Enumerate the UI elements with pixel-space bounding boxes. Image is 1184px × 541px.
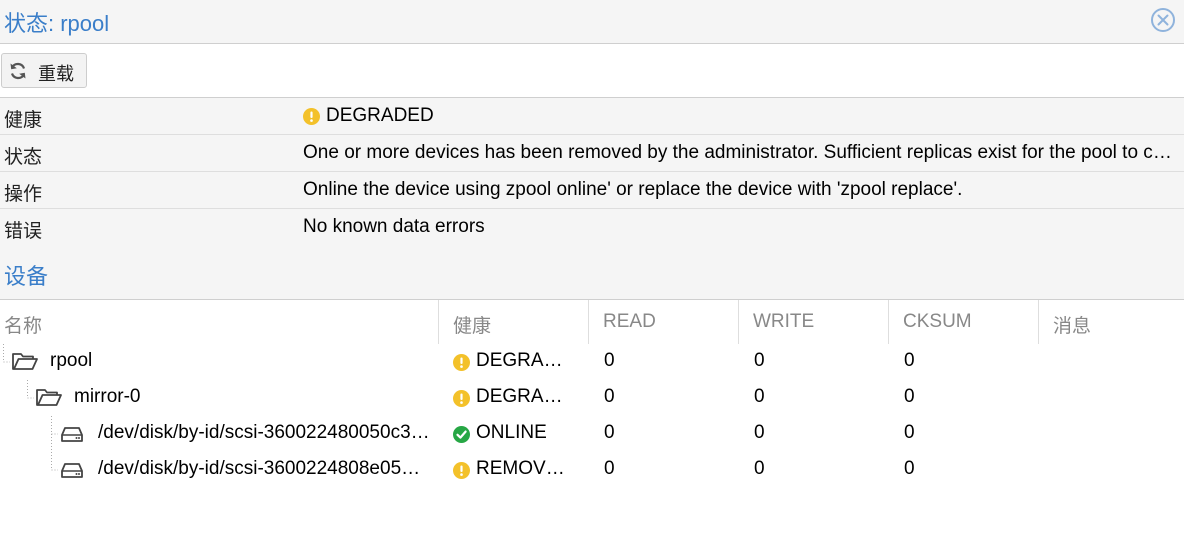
close-icon[interactable] — [1150, 7, 1176, 33]
status-row-errors: 错误 No known data errors — [0, 209, 1184, 246]
state-value: One or more devices has been removed by … — [303, 142, 1175, 163]
warning-circle-icon — [453, 354, 470, 371]
status-row-action: 操作 Online the device using zpool online'… — [0, 172, 1184, 209]
column-header-message[interactable]: 消息 — [1039, 300, 1184, 344]
reload-label: 重载 — [38, 64, 74, 84]
device-name: /dev/disk/by-id/scsi-360022480050c3… — [98, 422, 430, 443]
table-row[interactable]: mirror-0 DEGRADED 0 0 0 — [0, 380, 1184, 416]
devices-table-header: 名称 健康 READ WRITE CKSUM 消息 — [0, 300, 1184, 344]
device-name: /dev/disk/by-id/scsi-3600224808e05… — [98, 458, 421, 479]
health-value: DEGRADED — [326, 105, 434, 126]
device-cksum: 0 — [904, 458, 915, 479]
state-key: 状态 — [4, 147, 43, 168]
column-header-read[interactable]: READ — [589, 300, 739, 344]
warning-icon — [303, 108, 320, 125]
reload-button[interactable]: 重载 — [1, 53, 87, 88]
warning-circle-icon — [453, 390, 470, 407]
column-header-health[interactable]: 健康 — [439, 300, 589, 344]
table-row[interactable]: /dev/disk/by-id/scsi-360022480050c3… ONL… — [0, 416, 1184, 452]
device-health: DEGRADED — [476, 350, 571, 371]
device-name: mirror-0 — [74, 386, 141, 407]
hard-drive-icon — [60, 422, 88, 444]
device-health: REMOVED — [476, 458, 571, 479]
device-read: 0 — [604, 350, 615, 371]
toolbar: 重载 — [0, 44, 1184, 98]
status-row-health: 健康 DEGRADED — [0, 98, 1184, 135]
action-value: Online the device using zpool online' or… — [303, 179, 963, 200]
device-cksum: 0 — [904, 350, 915, 371]
device-name: rpool — [50, 350, 93, 371]
column-header-cksum[interactable]: CKSUM — [889, 300, 1039, 344]
column-header-name[interactable]: 名称 — [0, 300, 439, 344]
refresh-icon — [8, 61, 28, 81]
window-title: 状态: rpool — [4, 11, 110, 36]
device-cksum: 0 — [904, 422, 915, 443]
device-write: 0 — [754, 386, 765, 407]
health-key: 健康 — [4, 110, 43, 131]
device-read: 0 — [604, 458, 615, 479]
warning-circle-icon — [453, 462, 470, 479]
device-health: DEGRADED — [476, 386, 571, 407]
errors-value: No known data errors — [303, 216, 485, 237]
devices-title: 设备 — [4, 264, 49, 289]
folder-open-icon — [35, 386, 63, 408]
action-key: 操作 — [4, 184, 43, 205]
status-row-state: 状态 One or more devices has been removed … — [0, 135, 1184, 172]
table-row[interactable]: rpool DEGRADED 0 0 0 — [0, 344, 1184, 380]
table-row[interactable]: /dev/disk/by-id/scsi-3600224808e05… REMO… — [0, 452, 1184, 488]
devices-section-header: 设备 — [0, 245, 1184, 300]
column-header-write[interactable]: WRITE — [739, 300, 889, 344]
device-read: 0 — [604, 422, 615, 443]
hard-drive-icon — [60, 458, 88, 480]
folder-open-icon — [11, 350, 39, 372]
errors-key: 错误 — [4, 221, 43, 242]
device-health: ONLINE — [476, 422, 547, 443]
device-read: 0 — [604, 386, 615, 407]
device-write: 0 — [754, 458, 765, 479]
window-titlebar: 状态: rpool — [0, 0, 1184, 44]
device-cksum: 0 — [904, 386, 915, 407]
device-write: 0 — [754, 422, 765, 443]
check-circle-icon — [453, 426, 470, 443]
device-write: 0 — [754, 350, 765, 371]
